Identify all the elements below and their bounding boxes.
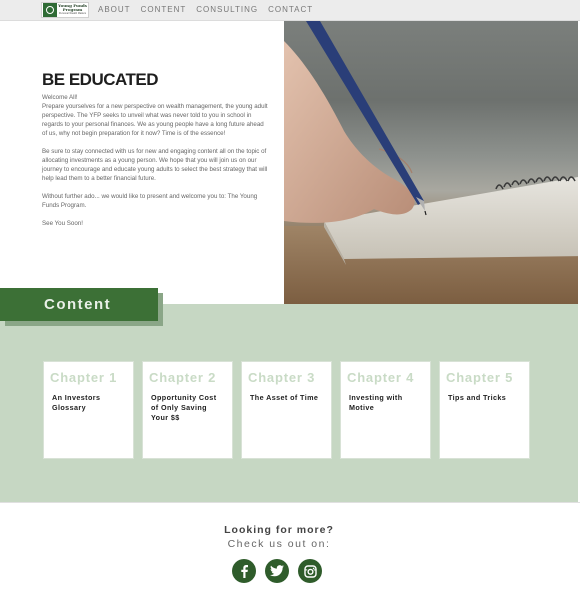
content-heading-label: Content <box>44 296 112 313</box>
twitter-button[interactable] <box>265 559 289 583</box>
hero-text-panel: BE EDUCATED Welcome All! Prepare yourselv… <box>0 21 284 304</box>
nav-item-contact[interactable]: CONTACT <box>268 5 313 14</box>
chapter-card-3[interactable]: Chapter 3 The Asset of Time <box>241 361 332 459</box>
hero-paragraph-1: Prepare yourselves for a new perspective… <box>42 103 268 137</box>
chapter-card-5[interactable]: Chapter 5 Tips and Tricks <box>439 361 530 459</box>
social-links <box>232 559 322 583</box>
hero-paragraph-2: Be sure to stay connected with us for ne… <box>42 148 268 182</box>
chapter-title: Tips and Tricks <box>448 393 507 402</box>
nav-item-about[interactable]: ABOUT <box>98 5 131 14</box>
chapter-number: Chapter 5 <box>446 370 514 385</box>
footer: Looking for more? Check us out on: <box>0 502 580 614</box>
content-heading: Content <box>0 288 158 321</box>
hero-photo <box>284 21 578 304</box>
hero-paragraph-3: Without further ado... we would like to … <box>42 193 258 209</box>
chapter-card-4[interactable]: Chapter 4 Investing with Motive <box>340 361 431 459</box>
instagram-button[interactable] <box>298 559 322 583</box>
chapter-number: Chapter 3 <box>248 370 316 385</box>
nav-item-content[interactable]: CONTENT <box>141 5 187 14</box>
nav-item-consulting[interactable]: CONSULTING <box>196 5 258 14</box>
chapter-title: Opportunity Cost of Only Saving Your $$ <box>151 393 217 422</box>
footer-subtitle: Check us out on: <box>227 538 331 550</box>
chapter-title: Investing with Motive <box>349 393 403 412</box>
hand-writing-notebook-photo-icon <box>284 21 578 304</box>
chapter-number: Chapter 4 <box>347 370 415 385</box>
logo[interactable]: Young Funds Program Personal Wealth Matt… <box>41 2 89 18</box>
logo-title: Young Funds Program <box>58 3 87 13</box>
hero-greeting: Welcome All! <box>42 94 78 101</box>
chapter-title: The Asset of Time <box>250 393 319 402</box>
chapter-title: An Investors Glossary <box>52 393 101 412</box>
chapter-number: Chapter 2 <box>149 370 217 385</box>
chapter-card-2[interactable]: Chapter 2 Opportunity Cost of Only Savin… <box>142 361 233 459</box>
logo-subtitle: Personal Wealth Matters <box>58 12 87 16</box>
facebook-icon <box>241 565 248 578</box>
top-nav: Young Funds Program Personal Wealth Matt… <box>0 0 580 21</box>
chapter-list: Chapter 1 An Investors Glossary Chapter … <box>43 361 530 459</box>
instagram-icon <box>303 564 317 578</box>
chapter-number: Chapter 1 <box>50 370 118 385</box>
hero-intro: Welcome All! Prepare yourselves for a new… <box>42 93 270 138</box>
nav-links: ABOUT CONTENT CONSULTING CONTACT <box>98 5 313 14</box>
logo-icon <box>43 3 57 17</box>
facebook-button[interactable] <box>232 559 256 583</box>
footer-title: Looking for more? <box>224 524 334 536</box>
hero-signoff: See You Soon! <box>42 220 83 227</box>
hero-body: Welcome All! Prepare yourselves for a new… <box>42 93 270 237</box>
chapter-card-1[interactable]: Chapter 1 An Investors Glossary <box>43 361 134 459</box>
twitter-icon <box>270 565 284 577</box>
page-title: BE EDUCATED <box>42 70 159 89</box>
